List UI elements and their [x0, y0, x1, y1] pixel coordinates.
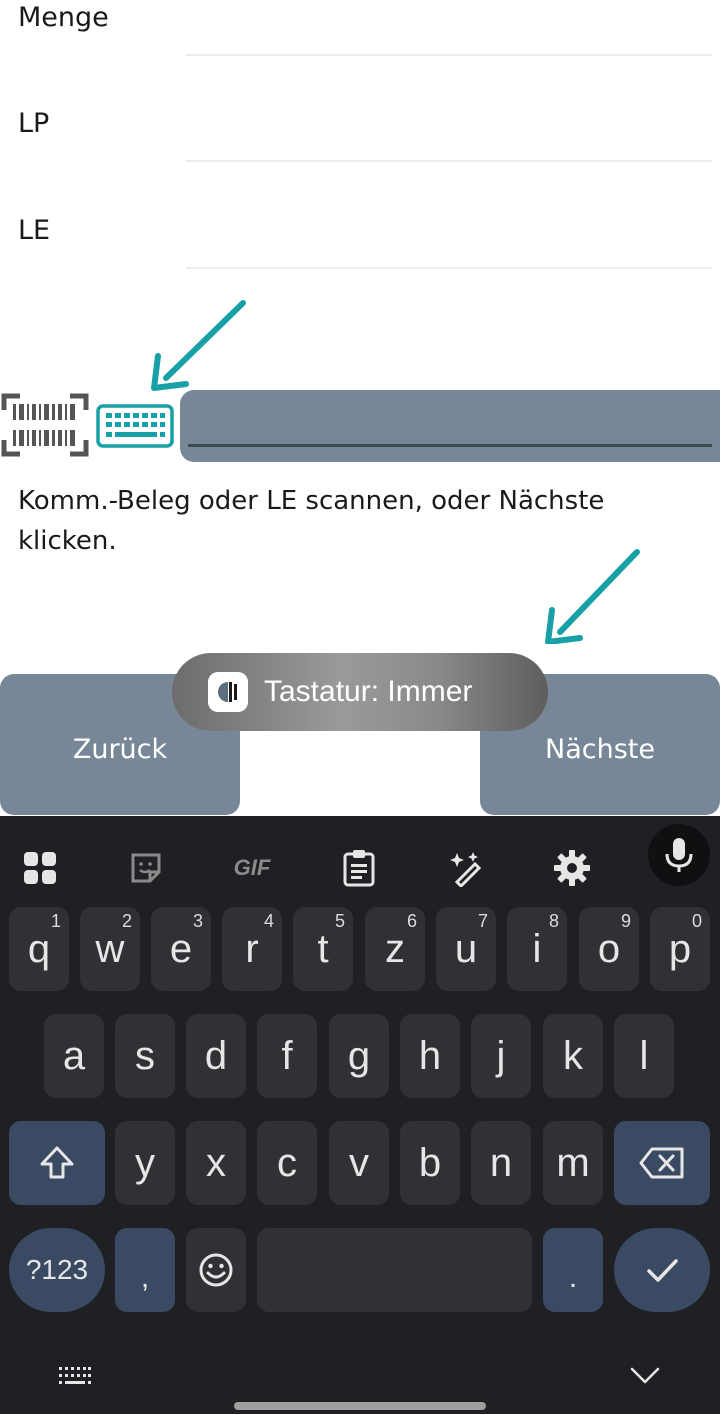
key-i[interactable]: i8 [507, 907, 567, 991]
key-h[interactable]: h [400, 1014, 460, 1098]
scan-input-underline [188, 444, 712, 447]
space-key[interactable] [257, 1228, 532, 1312]
key-b[interactable]: b [400, 1121, 460, 1205]
key-u[interactable]: u7 [436, 907, 496, 991]
key-a[interactable]: a [44, 1014, 104, 1098]
key-k[interactable]: k [543, 1014, 603, 1098]
field-input-lp[interactable] [186, 160, 712, 162]
microphone-icon[interactable] [648, 824, 710, 886]
key-r[interactable]: r4 [222, 907, 282, 991]
key-t[interactable]: t5 [293, 907, 353, 991]
key-x[interactable]: x [186, 1121, 246, 1205]
backspace-icon [639, 1147, 684, 1179]
field-lp: LP [0, 100, 720, 166]
back-button-label: Zurück [72, 734, 168, 765]
magic-edit-icon[interactable] [436, 838, 496, 898]
on-screen-keyboard: GIF q1 w2 e3 r4 t5 z6 u7 i8 o9 p0 a s d … [0, 816, 720, 1414]
field-menge: Menge [0, 0, 720, 60]
key-e[interactable]: e3 [151, 907, 211, 991]
emoji-key[interactable] [186, 1228, 246, 1312]
key-j[interactable]: j [471, 1014, 531, 1098]
key-l[interactable]: l [614, 1014, 674, 1098]
sticker-icon[interactable] [116, 838, 176, 898]
key-d[interactable]: d [186, 1014, 246, 1098]
hide-keyboard-chevron-icon[interactable] [630, 1366, 660, 1386]
period-key[interactable]: . [543, 1228, 603, 1312]
apps-grid-icon[interactable] [10, 838, 70, 898]
backspace-key[interactable] [614, 1121, 710, 1205]
field-input-menge[interactable] [186, 54, 712, 56]
barcode-scan-icon[interactable] [0, 390, 90, 460]
arrow-annotation-icon [151, 300, 246, 391]
clipboard-icon[interactable] [329, 838, 389, 898]
field-le: LE [0, 207, 720, 273]
key-q[interactable]: q1 [9, 907, 69, 991]
key-v[interactable]: v [329, 1121, 389, 1205]
app-logo-icon [208, 672, 248, 712]
scan-input[interactable] [180, 390, 720, 462]
next-button-label: Nächste [545, 734, 655, 765]
key-n[interactable]: n [471, 1121, 531, 1205]
shift-icon [40, 1146, 74, 1179]
key-s[interactable]: s [115, 1014, 175, 1098]
key-z[interactable]: z6 [365, 907, 425, 991]
key-f[interactable]: f [257, 1014, 317, 1098]
gif-icon[interactable]: GIF [222, 838, 282, 898]
key-m[interactable]: m [543, 1121, 603, 1205]
settings-icon[interactable] [542, 838, 602, 898]
key-y[interactable]: y [115, 1121, 175, 1205]
field-label-lp: LP [18, 108, 50, 139]
field-input-le[interactable] [186, 267, 712, 269]
gif-label: GIF [233, 855, 271, 880]
checkmark-icon [647, 1259, 678, 1282]
field-label-menge: Menge [18, 2, 109, 33]
keyboard-toggle-icon[interactable] [96, 404, 174, 448]
shift-key[interactable] [9, 1121, 105, 1205]
enter-key[interactable] [614, 1228, 710, 1312]
toast-notification: Tastatur: Immer [172, 653, 548, 731]
arrow-annotation-icon [545, 549, 640, 644]
comma-key[interactable]: , [115, 1228, 175, 1312]
field-label-le: LE [18, 215, 51, 246]
key-p[interactable]: p0 [650, 907, 710, 991]
key-o[interactable]: o9 [579, 907, 639, 991]
keyboard-switch-icon[interactable] [58, 1366, 92, 1386]
home-indicator[interactable] [234, 1402, 486, 1410]
emoji-icon [199, 1253, 233, 1287]
key-g[interactable]: g [329, 1014, 389, 1098]
key-c[interactable]: c [257, 1121, 317, 1205]
symbols-key[interactable]: ?123 [9, 1228, 105, 1312]
toast-text: Tastatur: Immer [264, 675, 473, 708]
key-w[interactable]: w2 [80, 907, 140, 991]
